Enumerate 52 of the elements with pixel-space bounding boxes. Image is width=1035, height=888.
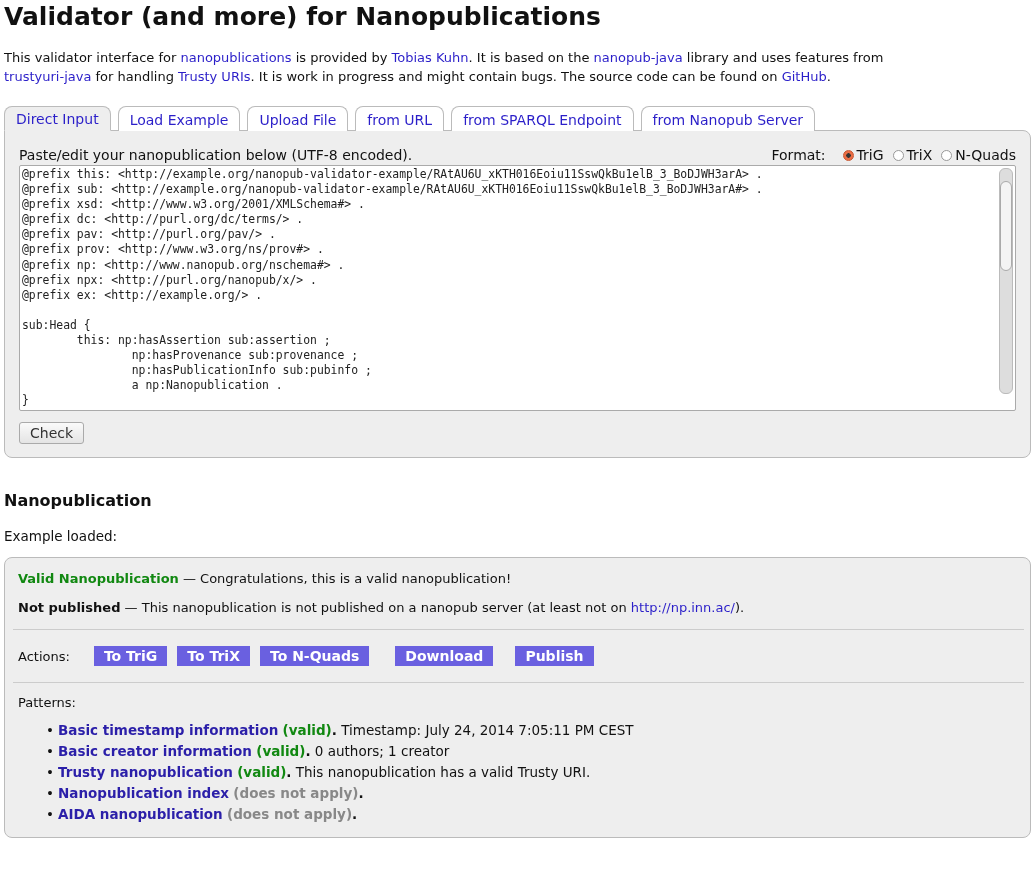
status-note: Example loaded:: [4, 528, 119, 544]
list-bullet: •: [46, 784, 55, 803]
section-heading: Nanopublication: [4, 491, 153, 510]
intro-paragraph: This validator interface for nanopublications is provided by Tobias Kuhn. It is based on the nanopub-java library and uses features from trustyuri-java for handling Trusty URIs. It is work in progress and might contain bugs. The source code can be found on GitHub.: [4, 49, 885, 86]
code-editor-field[interactable]: @prefix this: <http://example.org/nanopub-validator-example/RAtAU6U_xKTH016Eoiu11SswQkBu1elB_3_BoDJWH3arA> . @prefix sub: <http://example.org/nanopub-validator-example/RAtAU6U_xKTH016Eoiu11SswQkBu1elB_3_BoDJWH3arA#> . @prefix xsd: <http://www.w3.org/2001/XMLSchema#> . @prefix dc: <http://purl.org/dc/terms/> . @prefix pav: <http://purl.org/pav/> . @prefix prov: <http://www.w3.org/ns/prov#> . @prefix np: <http://www.nanopub.org/nschema#> . @prefix npx: <http://purl.org/nanopub/x/> . @prefix ex: <http://example.org/> . sub:Head { this: np:hasAssertion sub:assertion ; np:hasProvenance sub:provenance ; np:hasPublicationInfo sub:pubinfo ; a np:Nanopublication . }: [19, 165, 1016, 411]
action-button[interactable]: To N-Quads: [259, 646, 370, 666]
server-link[interactable]: http://np.inn.ac/: [630, 600, 735, 615]
list-bullet: •: [46, 742, 55, 761]
radio-button[interactable]: [941, 149, 953, 161]
pattern-item: Trusty nanopublication (valid). This nanopublication has a valid Trusty URI.: [58, 763, 591, 782]
validity-message: Valid Nanopublication — Congratulations, this is a valid nanopublication!: [18, 571, 513, 586]
pattern-link[interactable]: Nanopublication index: [58, 785, 230, 801]
intro-link[interactable]: Trusty URIs: [178, 69, 251, 84]
list-bullet: •: [46, 763, 55, 782]
pattern-link[interactable]: Basic timestamp information: [58, 722, 279, 738]
tab[interactable]: Upload File: [247, 106, 349, 131]
actions-label: Actions:: [18, 648, 70, 664]
list-bullet: •: [46, 721, 55, 740]
tab[interactable]: from URL: [355, 106, 445, 131]
tab[interactable]: Load Example: [117, 106, 241, 131]
list-bullet: •: [46, 805, 55, 824]
action-button[interactable]: Download: [395, 646, 494, 666]
radio-button[interactable]: [892, 149, 904, 161]
format-label: Format:: [771, 147, 826, 163]
patterns-label: Patterns:: [18, 695, 77, 710]
pattern-link[interactable]: Basic creator information: [58, 743, 252, 759]
radio-label[interactable]: TriG: [856, 147, 884, 163]
intro-link[interactable]: Tobias Kuhn: [391, 50, 469, 65]
radio-label[interactable]: N-Quads: [955, 147, 1016, 163]
intro-link[interactable]: trustyuri-java: [4, 69, 92, 84]
pattern-item: Nanopublication index (does not apply).: [58, 784, 364, 803]
pattern-item: AIDA nanopublication (does not apply).: [58, 805, 358, 824]
action-button[interactable]: To TriG: [93, 646, 168, 666]
tab[interactable]: from SPARQL Endpoint: [451, 106, 634, 131]
check-button[interactable]: Check: [19, 422, 85, 444]
radio-label[interactable]: TriX: [906, 147, 933, 163]
intro-link[interactable]: nanopublications: [180, 50, 292, 65]
page-title: Validator (and more) for Nanopublications: [4, 1, 602, 32]
action-button[interactable]: To TriX: [177, 646, 250, 666]
scrollbar[interactable]: [999, 168, 1013, 394]
pattern-item: Basic creator information (valid). 0 authors; 1 creator: [58, 742, 450, 761]
action-button[interactable]: Publish: [515, 646, 594, 666]
pattern-item: Basic timestamp information (valid). Timestamp: July 24, 2014 7:05:11 PM CEST: [58, 721, 634, 740]
pattern-link[interactable]: Trusty nanopublication: [58, 764, 233, 780]
radio-button[interactable]: [842, 149, 854, 161]
tab[interactable]: from Nanopub Server: [640, 106, 816, 131]
tab[interactable]: Direct Input: [4, 106, 111, 131]
intro-link[interactable]: nanopub-java: [593, 50, 683, 65]
intro-link[interactable]: GitHub: [781, 69, 827, 84]
publication-message: Not published — This nanopublication is not published on a nanopub server (at least not on http://np.inn.ac/).: [18, 600, 746, 615]
input-instructions: Paste/edit your nanopublication below (UTF-8 encoded).: [19, 147, 413, 163]
pattern-link[interactable]: AIDA nanopublication: [58, 806, 223, 822]
